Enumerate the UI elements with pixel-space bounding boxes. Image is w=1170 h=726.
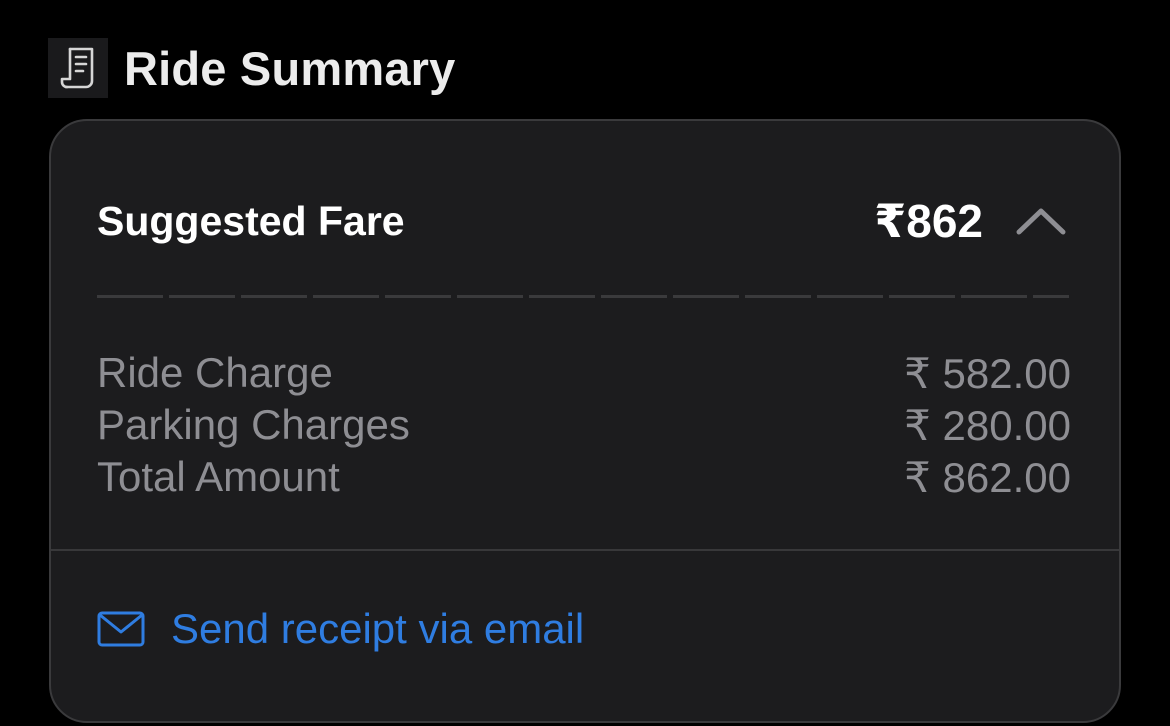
ride-summary-screen: Ride Summary Suggested Fare ₹862 Ride Ch… bbox=[0, 0, 1170, 726]
line-item-ride-charge: Ride Charge ₹ 582.00 bbox=[97, 347, 1071, 399]
fare-breakdown: Ride Charge ₹ 582.00 Parking Charges ₹ 2… bbox=[97, 347, 1071, 503]
line-item-label: Total Amount bbox=[97, 453, 340, 500]
chevron-up-icon[interactable] bbox=[1013, 201, 1069, 241]
line-item-amount: ₹ 582.00 bbox=[904, 349, 1071, 397]
mail-icon bbox=[97, 611, 145, 647]
line-item-amount: ₹ 862.00 bbox=[904, 453, 1071, 501]
suggested-fare-row[interactable]: Suggested Fare ₹862 bbox=[97, 193, 1069, 249]
line-item-label: Parking Charges bbox=[97, 401, 410, 448]
send-receipt-button[interactable]: Send receipt via email bbox=[97, 601, 584, 657]
send-receipt-label: Send receipt via email bbox=[171, 605, 585, 652]
dashed-separator bbox=[97, 295, 1069, 298]
fare-summary: ₹862 bbox=[874, 194, 1069, 248]
line-item-parking-charges: Parking Charges ₹ 280.00 bbox=[97, 399, 1071, 451]
card-divider bbox=[51, 549, 1119, 551]
line-item-label: Ride Charge bbox=[97, 349, 333, 396]
page-title: Ride Summary bbox=[124, 41, 456, 95]
line-item-amount: ₹ 280.00 bbox=[904, 401, 1071, 449]
suggested-fare-value: ₹862 bbox=[874, 195, 983, 247]
receipt-icon bbox=[48, 38, 108, 98]
line-item-total-amount: Total Amount ₹ 862.00 bbox=[97, 451, 1071, 503]
section-header: Ride Summary bbox=[48, 38, 456, 98]
fare-card: Suggested Fare ₹862 Ride Charge ₹ 582.00… bbox=[49, 119, 1121, 723]
suggested-fare-label: Suggested Fare bbox=[97, 197, 405, 244]
